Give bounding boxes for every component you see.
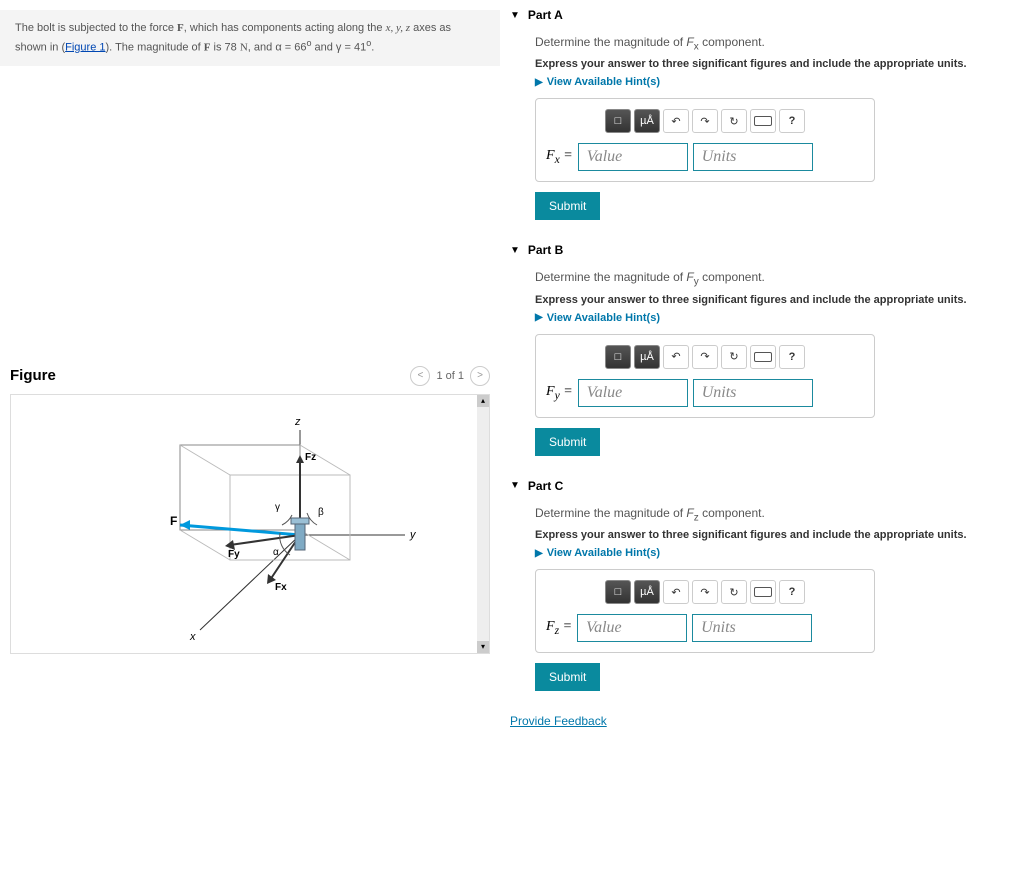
keyboard-icon (754, 352, 772, 362)
fraction-tool-button[interactable]: □ (605, 580, 631, 604)
answer-box: □ µÅ ↶ ↷ ↻ ? Fy = Value Units (535, 334, 875, 418)
figure-section: Figure < 1 of 1 > z y x (0, 366, 500, 654)
figure-scrollbar[interactable]: ▴ ▾ (477, 395, 489, 653)
part-header-1[interactable]: ▼ Part B (510, 235, 1014, 265)
instruction-text: Express your answer to three significant… (535, 529, 1014, 541)
collapse-icon: ▼ (510, 245, 520, 256)
force-symbol: F (177, 22, 184, 34)
value-input[interactable]: Value (578, 379, 688, 407)
value-input[interactable]: Value (578, 143, 688, 171)
svg-text:β: β (318, 507, 324, 518)
collapse-icon: ▼ (510, 10, 520, 21)
diagram-svg: z y x F (70, 405, 430, 645)
figure-next-button[interactable]: > (470, 366, 490, 386)
figure-canvas: z y x F (10, 394, 490, 654)
units-input[interactable]: Units (692, 614, 812, 642)
answer-box: □ µÅ ↶ ↷ ↻ ? Fz = Value Units (535, 569, 875, 653)
part-title: Part B (528, 243, 563, 257)
input-label: Fy = (546, 384, 573, 402)
help-button[interactable]: ? (779, 345, 805, 369)
instruction-text: Express your answer to three significant… (535, 58, 1014, 70)
submit-button[interactable]: Submit (535, 428, 600, 456)
svg-text:F: F (170, 514, 177, 528)
figure-title: Figure (10, 367, 56, 384)
reset-button[interactable]: ↻ (721, 345, 747, 369)
chevron-right-icon: ▶ (535, 312, 543, 323)
figure-link[interactable]: Figure 1 (65, 41, 105, 53)
fraction-tool-button[interactable]: □ (605, 109, 631, 133)
problem-text: and γ = 41 (311, 41, 366, 53)
problem-text: is 78 (210, 41, 239, 53)
question-text: Determine the magnitude of Fz component. (535, 506, 1014, 523)
problem-text: The bolt is subjected to the force (15, 22, 177, 34)
value-input[interactable]: Value (577, 614, 687, 642)
keyboard-icon (754, 116, 772, 126)
problem-text: , which has components acting along the (184, 22, 386, 34)
submit-button[interactable]: Submit (535, 192, 600, 220)
redo-button[interactable]: ↷ (692, 345, 718, 369)
instruction-text: Express your answer to three significant… (535, 294, 1014, 306)
chevron-right-icon: ▶ (535, 77, 543, 88)
figure-nav: < 1 of 1 > (410, 366, 490, 386)
reset-button[interactable]: ↻ (721, 109, 747, 133)
units-tool-button[interactable]: µÅ (634, 109, 660, 133)
help-button[interactable]: ? (779, 580, 805, 604)
question-text: Determine the magnitude of Fy component. (535, 270, 1014, 287)
units-input[interactable]: Units (693, 143, 813, 171)
input-label: Fx = (546, 148, 573, 166)
svg-text:z: z (294, 416, 301, 428)
view-hints-link[interactable]: ▶View Available Hint(s) (535, 76, 1014, 88)
problem-statement: The bolt is subjected to the force F, wh… (0, 10, 500, 66)
scroll-up-button[interactable]: ▴ (477, 395, 489, 407)
keyboard-button[interactable] (750, 109, 776, 133)
svg-text:Fx: Fx (275, 582, 287, 593)
svg-text:x: x (189, 631, 196, 643)
view-hints-link[interactable]: ▶View Available Hint(s) (535, 547, 1014, 559)
part-title: Part C (528, 479, 563, 493)
svg-text:Fz: Fz (305, 452, 316, 463)
part-header-0[interactable]: ▼ Part A (510, 0, 1014, 30)
undo-button[interactable]: ↶ (663, 109, 689, 133)
keyboard-button[interactable] (750, 580, 776, 604)
problem-text: . (371, 41, 374, 53)
units-input[interactable]: Units (693, 379, 813, 407)
input-label: Fz = (546, 619, 572, 637)
provide-feedback-link[interactable]: Provide Feedback (510, 714, 607, 728)
undo-button[interactable]: ↶ (663, 345, 689, 369)
reset-button[interactable]: ↻ (721, 580, 747, 604)
keyboard-button[interactable] (750, 345, 776, 369)
units-tool-button[interactable]: µÅ (634, 345, 660, 369)
undo-button[interactable]: ↶ (663, 580, 689, 604)
part-title: Part A (528, 8, 563, 22)
help-button[interactable]: ? (779, 109, 805, 133)
scroll-down-button[interactable]: ▾ (477, 641, 489, 653)
svg-text:α: α (273, 547, 279, 558)
svg-text:γ: γ (275, 502, 280, 513)
view-hints-link[interactable]: ▶View Available Hint(s) (535, 312, 1014, 324)
figure-prev-button[interactable]: < (410, 366, 430, 386)
answer-box: □ µÅ ↶ ↷ ↻ ? Fx = Value Units (535, 98, 875, 182)
redo-button[interactable]: ↷ (692, 109, 718, 133)
keyboard-icon (754, 587, 772, 597)
problem-text: ). The magnitude of (106, 41, 204, 53)
axes-text: x, y, z (386, 22, 410, 34)
units-tool-button[interactable]: µÅ (634, 580, 660, 604)
figure-counter: 1 of 1 (436, 370, 464, 382)
unit-newton: N (240, 41, 248, 53)
question-text: Determine the magnitude of Fx component. (535, 35, 1014, 52)
part-header-2[interactable]: ▼ Part C (510, 471, 1014, 501)
chevron-right-icon: ▶ (535, 548, 543, 559)
svg-text:Fy: Fy (228, 549, 240, 560)
svg-text:y: y (409, 529, 417, 541)
submit-button[interactable]: Submit (535, 663, 600, 691)
fraction-tool-button[interactable]: □ (605, 345, 631, 369)
redo-button[interactable]: ↷ (692, 580, 718, 604)
problem-text: , and α = 66 (248, 41, 307, 53)
collapse-icon: ▼ (510, 480, 520, 491)
